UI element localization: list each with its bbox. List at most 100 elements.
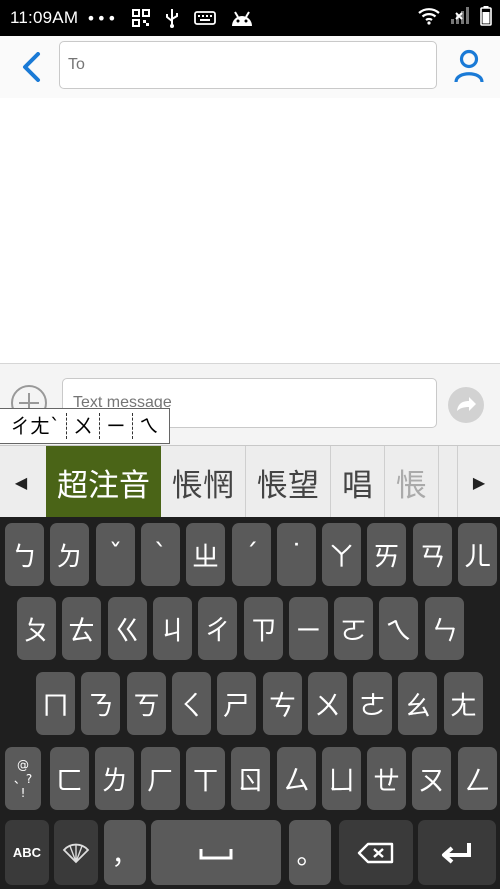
person-icon [454,49,484,83]
key-row1-9[interactable]: ㄞ [367,523,406,586]
enter-key[interactable] [418,820,496,885]
key-row2-10[interactable]: ㄣ [425,597,464,660]
send-button[interactable] [447,386,485,424]
add-contact-button[interactable] [452,48,486,84]
symbol-key-label: @ 、? ! [13,757,33,800]
key-row2-5[interactable]: ㄔ [198,597,237,660]
key-row4-1[interactable]: ㄈ [50,747,89,810]
key-row3-10[interactable]: ㄤ [444,672,483,735]
comma-key[interactable]: ， [104,820,146,885]
key-row1-7[interactable]: ˙ [277,523,316,586]
period-key[interactable]: 。 [289,820,331,885]
key-row3-1[interactable]: ㄇ [36,672,75,735]
key-row2-2[interactable]: ㄊ [62,597,101,660]
key-label: ㄢ [419,542,446,573]
key-row4-9[interactable]: ㄡ [412,747,451,810]
battery-icon [480,6,492,30]
key-row2-1[interactable]: ㄆ [17,597,56,660]
key-row2-3[interactable]: ㄍ [108,597,147,660]
enter-arrow-icon [442,842,471,864]
abc-switch-key[interactable]: ABC [5,820,49,885]
key-row2-6[interactable]: ㄗ [244,597,283,660]
key-row1-5[interactable]: ㄓ [186,523,225,586]
key-row1-2[interactable]: ㄉ [50,523,89,586]
key-row3-5[interactable]: ㄕ [217,672,256,735]
key-row4-4[interactable]: ㄒ [186,747,225,810]
triangle-right-icon: ▶ [472,472,486,492]
recipient-input[interactable] [59,41,437,89]
key-row4-5[interactable]: ㄖ [231,747,270,810]
usb-icon [164,8,180,28]
candidate[interactable]: 唱 [331,446,385,518]
key-label: ㄩ [328,766,355,797]
composing-segment: ㄔㄤˋ [4,413,67,439]
key-row3-8[interactable]: ㄜ [353,672,392,735]
chevron-left-icon [23,52,40,82]
back-button[interactable] [16,50,46,84]
key-row4-8[interactable]: ㄝ [367,747,406,810]
fan-icon [62,843,90,863]
key-row2-4[interactable]: ㄐ [153,597,192,660]
key-row3-3[interactable]: ㄎ [127,672,166,735]
key-row3-7[interactable]: ㄨ [308,672,347,735]
key-row1-1[interactable]: ㄅ [5,523,44,586]
key-label: ㄧ [295,616,322,647]
key-label: ㄅ [11,542,38,573]
key-row4-10[interactable]: ㄥ [458,747,497,810]
key-label: ㄈ [56,766,83,797]
composing-segment: ㄧ [100,413,133,439]
key-label: ㄠ [404,691,431,722]
key-row4-3[interactable]: ㄏ [141,747,180,810]
symbol-key[interactable]: @ 、? ! [5,747,41,810]
key-row3-6[interactable]: ㄘ [263,672,302,735]
composing-segment: ㄟ [139,414,159,438]
key-label: ㄛ [340,616,367,647]
key-label: ˋ [153,539,168,570]
key-row3-2[interactable]: ㄋ [81,672,120,735]
key-label: ㄌ [101,766,128,797]
key-label: ㄣ [431,616,458,647]
key-row4-2[interactable]: ㄌ [95,747,134,810]
key-row3-4[interactable]: ㄑ [172,672,211,735]
key-row4-7[interactable]: ㄩ [322,747,361,810]
key-row1-6[interactable]: ˊ [232,523,271,586]
key-label: ㄘ [269,691,296,722]
period-key-label: 。 [296,840,324,871]
key-label: ㄏ [147,766,174,797]
key-label: ㄒ [192,766,219,797]
space-key[interactable] [151,820,281,885]
key-label: ㄎ [133,691,160,722]
input-mode-key[interactable] [54,820,98,885]
candidate[interactable]: 悵 [385,446,439,518]
key-label: ㄋ [87,691,114,722]
key-row1-10[interactable]: ㄢ [413,523,452,586]
key-row2-9[interactable]: ㄟ [379,597,418,660]
key-row1-4[interactable]: ˋ [141,523,180,586]
key-row3-9[interactable]: ㄠ [398,672,437,735]
key-label: ㄔ [204,616,231,647]
backspace-key[interactable] [339,820,413,885]
key-row1-3[interactable]: ˇ [96,523,135,586]
key-row1-11[interactable]: ㄦ [458,523,497,586]
qr-code-icon [131,9,150,27]
key-row2-7[interactable]: ㄧ [289,597,328,660]
candidates-prev-button[interactable]: ◀ [0,446,42,518]
space-bar-icon [199,848,233,859]
key-label: ㄨ [314,691,341,722]
status-bar: 11:09AM ••• [0,0,500,36]
candidate[interactable]: 悵惘 [161,446,246,518]
key-label: ㄞ [373,542,400,573]
key-label: ㄦ [464,542,491,573]
candidate-selected[interactable]: 超注音 [46,446,161,518]
key-label: ㄚ [328,542,355,573]
key-label: ㄡ [418,766,445,797]
key-row1-8[interactable]: ㄚ [322,523,361,586]
candidate-bar: ◀ 超注音 悵惘 悵望 唱 悵 ▶ [0,445,500,518]
comma-key-label: ， [111,840,139,871]
keyboard-icon [193,11,216,25]
candidate[interactable]: 悵望 [246,446,331,518]
key-label: ㄜ [359,691,386,722]
candidates-next-button[interactable]: ▶ [457,446,500,518]
key-row4-6[interactable]: ㄙ [277,747,316,810]
key-row2-8[interactable]: ㄛ [334,597,373,660]
